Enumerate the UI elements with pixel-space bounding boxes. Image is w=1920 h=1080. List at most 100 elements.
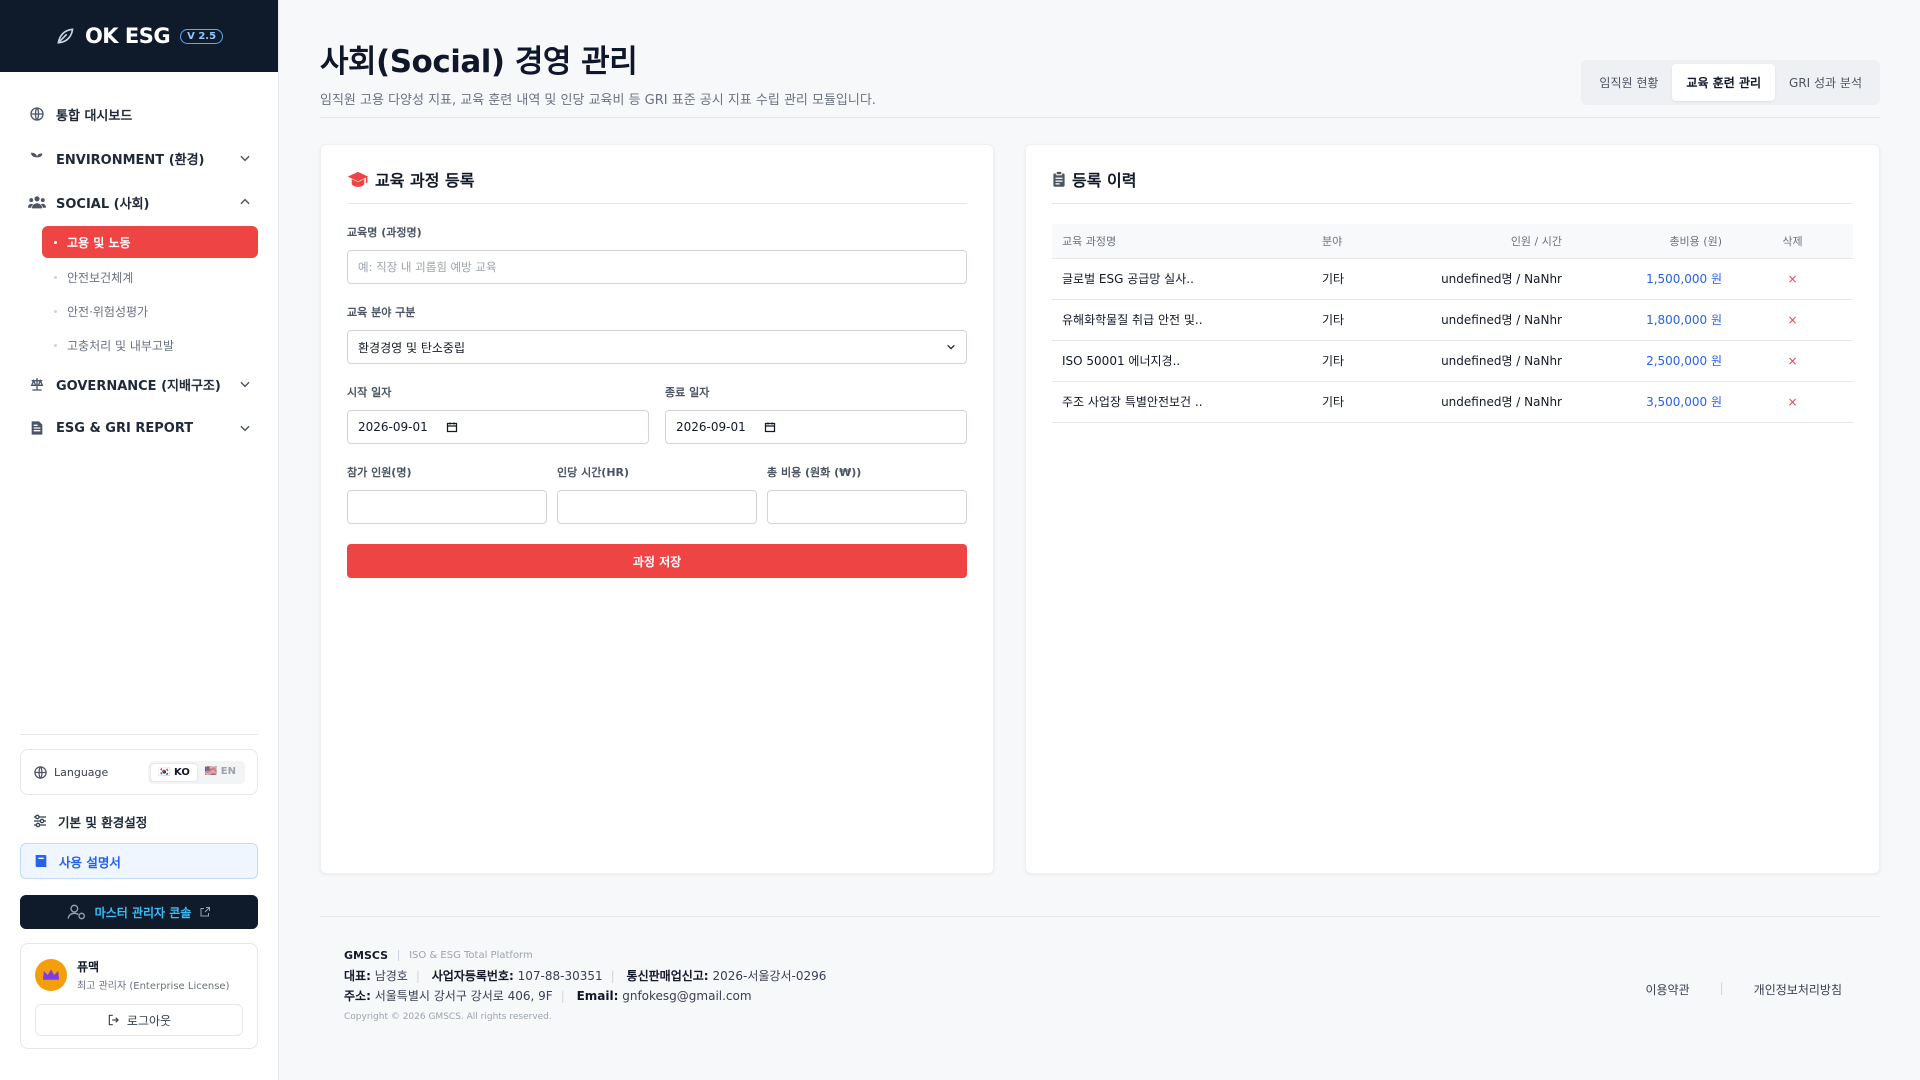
copyright: Copyright © 2026 GMSCS. All rights reser… <box>344 1012 552 1022</box>
history-title-text: 등록 이력 <box>1072 171 1137 190</box>
col-people-hours: 인원 / 시간 <box>1402 224 1572 259</box>
brand-name: OK ESG <box>84 24 171 48</box>
delete-button[interactable]: × <box>1732 299 1853 341</box>
sidebar: OK ESG V 2.5 통합 대시보드 ENVIRONMENT (환경) SO… <box>0 0 279 1080</box>
history-table: 교육 과정명 분야 인원 / 시간 총비용 (원) 삭제 글로벌 ESG 공급망… <box>1052 224 1853 423</box>
logout-button[interactable]: 로그아웃 <box>35 1004 243 1036</box>
lang-en-button[interactable]: 🇺🇸 EN <box>198 763 243 782</box>
delete-button[interactable]: × <box>1732 258 1853 300</box>
end-date-label: 종료 일자 <box>665 386 710 399</box>
sliders-icon <box>34 814 46 828</box>
form-title: 교육 과정 등록 <box>347 167 967 204</box>
report-icon <box>28 419 46 437</box>
category-field: 교육 분야 구분 환경경영 및 탄소중립 <box>347 304 967 364</box>
footer: GMSCS ISO & ESG Total Platform 대표: 남경호 | … <box>320 916 1880 1022</box>
nav-label: ENVIRONMENT (환경) <box>56 152 205 168</box>
privacy-link[interactable]: 개인정보처리방침 <box>1754 981 1842 998</box>
col-category: 분야 <box>1312 224 1402 259</box>
users-icon <box>28 193 46 211</box>
course-name-input[interactable]: 예: 직장 내 괴롭힘 예방 교육 <box>347 250 967 284</box>
form-title-text: 교육 과정 등록 <box>375 171 475 190</box>
course-name-label: 교육명 (과정명) <box>347 226 422 239</box>
nav-environment[interactable]: ENVIRONMENT (환경) <box>28 136 258 180</box>
table-row: 글로벌 ESG 공급망 실사.. 기타 undefined명 / NaNhr 1… <box>1052 258 1853 300</box>
history-card: 등록 이력 교육 과정명 분야 인원 / 시간 총비용 (원) 삭제 글로벌 E… <box>1025 144 1880 874</box>
hours-field: 인당 시간(HR) <box>557 464 757 524</box>
nav-social[interactable]: SOCIAL (사회) <box>28 180 258 224</box>
external-link-icon <box>200 907 211 917</box>
sub-item-safety-system[interactable]: 안전보건체계 <box>44 260 258 294</box>
delete-button[interactable]: × <box>1732 340 1853 382</box>
globe-icon <box>34 765 47 779</box>
cell-cost: 3,500,000 원 <box>1572 381 1732 423</box>
calendar-icon <box>764 422 775 433</box>
logout-label: 로그아웃 <box>126 1013 172 1028</box>
email-label: Email: <box>576 989 619 1003</box>
date-row: 시작 일자 2026-09-01 종료 일자 2026-09-01 <box>347 384 967 444</box>
start-date-value: 2026-09-01 <box>358 420 428 434</box>
hours-input[interactable] <box>557 490 757 524</box>
cell-course: 주조 사업장 특별안전보건 .. <box>1052 381 1312 423</box>
tab-training[interactable]: 교육 훈련 관리 <box>1672 64 1776 101</box>
nav-report[interactable]: ESG & GRI REPORT <box>28 406 258 450</box>
sub-item-employment[interactable]: 고용 및 노동 <box>42 226 258 258</box>
category-label: 교육 분야 구분 <box>347 306 416 319</box>
ceo-value: 남경호 <box>374 969 408 983</box>
cell-people-hours: undefined명 / NaNhr <box>1402 381 1572 423</box>
sub-item-risk-assessment[interactable]: 안전·위험성평가 <box>44 294 258 328</box>
settings-link[interactable]: 기본 및 환경설정 <box>20 803 258 839</box>
footer-company: GMSCS <box>344 949 389 962</box>
lang-ko-button[interactable]: 🇰🇷 KO <box>150 762 198 782</box>
col-delete: 삭제 <box>1732 224 1853 259</box>
tab-employees[interactable]: 임직원 현황 <box>1585 64 1672 101</box>
clipboard-icon <box>1053 170 1065 187</box>
graduation-cap-icon <box>347 171 369 187</box>
table-row: ISO 50001 에너지경.. 기타 undefined명 / NaNhr 2… <box>1052 340 1853 382</box>
divider: | <box>1719 981 1724 995</box>
sub-label: 안전보건체계 <box>67 270 134 285</box>
leaf-icon <box>57 28 74 44</box>
tab-gri-analysis[interactable]: GRI 성과 분석 <box>1775 64 1876 101</box>
language-label: Language <box>54 765 109 779</box>
cell-category: 기타 <box>1312 381 1402 423</box>
divider: | <box>415 969 420 983</box>
cell-course: ISO 50001 에너지경.. <box>1052 340 1312 382</box>
footer-address-info: 주소: 서울특별시 강서구 강서로 406, 9F | Email: gnfoke… <box>344 987 1856 1004</box>
table-row: 유해화학물질 취급 안전 및.. 기타 undefined명 / NaNhr 1… <box>1052 299 1853 341</box>
save-course-button[interactable]: 과정 저장 <box>347 544 967 578</box>
table-header-row: 교육 과정명 분야 인원 / 시간 총비용 (원) 삭제 <box>1052 224 1853 259</box>
start-date-field: 시작 일자 2026-09-01 <box>347 384 649 444</box>
biz-value: 107-88-30351 <box>517 969 603 983</box>
sidebar-bottom: Language 🇰🇷 KO 🇺🇸 EN 기본 및 환경설정 사용 설명서 마스… <box>20 734 258 1049</box>
user-role: 최고 관리자 (Enterprise License) <box>77 981 230 992</box>
nav-label: 통합 대시보드 <box>56 108 133 124</box>
ecom-value: 2026-서울강서-0296 <box>712 969 827 983</box>
page-header: 사회(Social) 경영 관리 임직원 고용 다양성 지표, 교육 훈련 내역… <box>320 36 1880 118</box>
cost-input[interactable] <box>767 490 967 524</box>
end-date-input[interactable]: 2026-09-01 <box>665 410 967 444</box>
language-toggle: 🇰🇷 KO 🇺🇸 EN <box>148 760 245 784</box>
chevron-down-icon <box>947 344 955 350</box>
delete-button[interactable]: × <box>1732 381 1853 423</box>
sub-item-grievance[interactable]: 고충처리 및 내부고발 <box>44 328 258 362</box>
chevron-down-icon <box>240 381 250 388</box>
nav-governance[interactable]: GOVERNANCE (지배구조) <box>28 362 258 406</box>
user-row: 퓨맥 최고 관리자 (Enterprise License) <box>35 958 243 992</box>
course-form-card: 교육 과정 등록 교육명 (과정명) 예: 직장 내 괴롭힘 예방 교육 교육 … <box>320 144 994 874</box>
master-console-button[interactable]: 마스터 관리자 콘솔 <box>20 895 258 929</box>
category-select[interactable]: 환경경영 및 탄소중립 <box>347 330 967 364</box>
hours-label: 인당 시간(HR) <box>557 466 630 479</box>
bullet <box>54 275 57 279</box>
nav-dashboard[interactable]: 통합 대시보드 <box>28 92 258 136</box>
divider: | <box>560 989 565 1003</box>
brand-header[interactable]: OK ESG V 2.5 <box>0 0 278 72</box>
user-gear-icon <box>67 904 85 920</box>
chevron-down-icon <box>240 425 250 432</box>
terms-link[interactable]: 이용약관 <box>1645 981 1689 998</box>
start-date-input[interactable]: 2026-09-01 <box>347 410 649 444</box>
cell-category: 기타 <box>1312 340 1402 382</box>
bullet <box>54 240 57 244</box>
tab-group: 임직원 현황 교육 훈련 관리 GRI 성과 분석 <box>1581 60 1880 105</box>
manual-link[interactable]: 사용 설명서 <box>20 843 258 879</box>
participants-input[interactable] <box>347 490 547 524</box>
